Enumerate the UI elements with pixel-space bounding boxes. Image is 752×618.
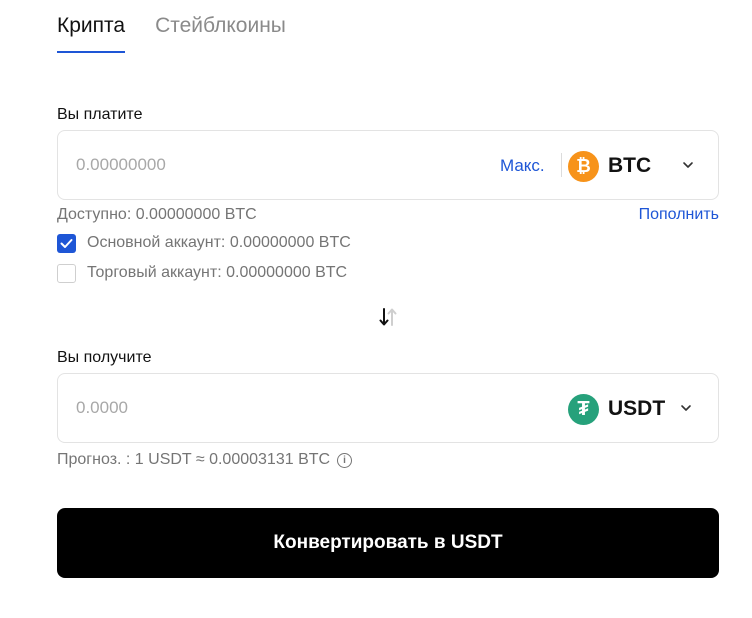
pay-field: Макс. ₿ BTC [57, 130, 719, 200]
pay-coin-name: BTC [608, 154, 652, 177]
convert-page: Крипта Стейблкоины Вы платите Макс. ₿ BT… [0, 0, 752, 618]
chevron-down-icon[interactable] [680, 157, 696, 173]
convert-button[interactable]: Конвертировать в USDT [57, 508, 719, 578]
forecast-rate: Прогноз. : 1 USDT ≈ 0.00003131 BTC i [57, 451, 353, 469]
receive-coin-select[interactable]: ₮ USDT [568, 392, 665, 426]
swap-arrows-icon[interactable] [377, 306, 401, 328]
topup-link[interactable]: Пополнить [639, 206, 719, 224]
btc-icon: ₿ [568, 150, 599, 182]
receive-label: Вы получите [57, 349, 152, 366]
usdt-icon: ₮ [568, 393, 599, 425]
pay-amount-input[interactable] [76, 155, 376, 175]
divider [561, 153, 562, 177]
pay-coin-select[interactable]: ₿ BTC [568, 149, 651, 183]
forecast-text: Прогноз. : 1 USDT ≈ 0.00003131 BTC [57, 451, 331, 468]
receive-coin-name: USDT [608, 397, 666, 420]
receive-amount-input[interactable] [76, 398, 376, 418]
info-icon[interactable]: i [337, 452, 353, 468]
main-account-label: Основной аккаунт: 0.00000000 BTC [87, 234, 351, 251]
tab-crypto[interactable]: Крипта [57, 14, 126, 53]
trading-account-label: Торговый аккаунт: 0.00000000 BTC [87, 264, 348, 281]
main-account-checkbox[interactable] [57, 234, 76, 253]
pay-label: Вы платите [57, 106, 143, 123]
receive-field: ₮ USDT [57, 373, 719, 443]
tabs: Крипта Стейблкоины [57, 14, 286, 53]
tab-stablecoins[interactable]: Стейблкоины [155, 14, 286, 53]
check-icon [60, 239, 73, 248]
available-balance: Доступно: 0.00000000 BTC [57, 206, 257, 223]
trading-account-checkbox[interactable] [57, 264, 76, 283]
max-button[interactable]: Макс. [500, 156, 545, 176]
chevron-down-icon[interactable] [678, 400, 694, 416]
